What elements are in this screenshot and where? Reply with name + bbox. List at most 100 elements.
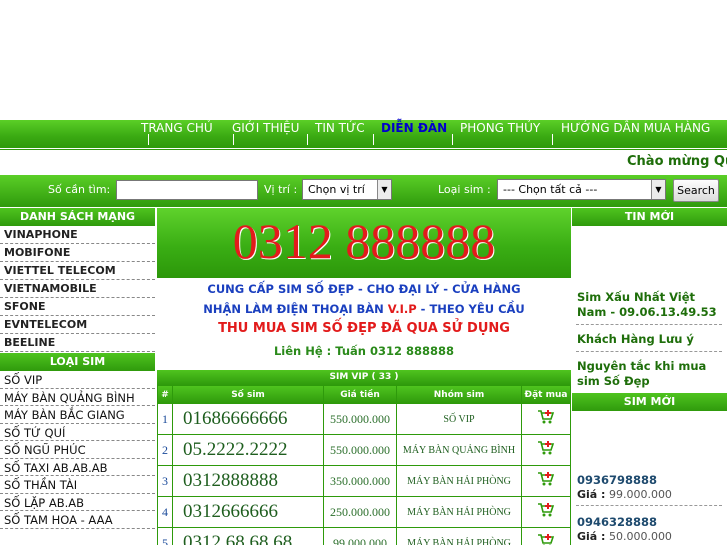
menu-item-home[interactable]: TRANG CHỦ [141, 121, 213, 135]
cart-add-icon[interactable] [537, 533, 555, 545]
network-item[interactable]: VIETTEL TELECOM [0, 262, 155, 280]
order-cell [522, 466, 570, 496]
banner: 0312 888888 [157, 208, 571, 278]
order-cell [522, 435, 570, 465]
news-item[interactable]: Sim Xấu Nhất Việt Nam - 09.06.13.49.53 [577, 290, 717, 320]
ticker-text: Chào mừng Qu [627, 154, 727, 169]
promo-line-2: NHẬN LÀM ĐIỆN THOẠI BÀN V.I.P - THEO YÊU… [157, 302, 571, 316]
network-list: VINAPHONE MOBIFONE VIETTEL TELECOM VIETN… [0, 226, 155, 352]
sim-type-item[interactable]: SỐ VIP [0, 371, 155, 389]
search-number-input[interactable] [116, 180, 258, 200]
new-sim-price: Giá : 99.000.000 [577, 488, 672, 501]
sim-number[interactable]: 0312.68.68.68 [173, 528, 323, 545]
price-label: Giá : [577, 530, 606, 543]
main-content: 0312 888888 CUNG CẤP SIM SỐ ĐẸP - CHO ĐẠ… [157, 208, 571, 545]
menu-separator [307, 134, 308, 145]
network-item[interactable]: BEELINE [0, 334, 155, 352]
news-item[interactable]: Nguyên tắc khi mua sim Số Đẹp [577, 359, 717, 389]
sim-group: MÁY BÀN HẢI PHÒNG [397, 528, 521, 545]
cart-add-icon[interactable] [537, 440, 555, 456]
sim-type-select[interactable]: --- Chọn tất cả --- ▼ [497, 179, 666, 200]
new-sim-number[interactable]: 0946328888 [577, 515, 657, 529]
network-item[interactable]: EVNTELECOM [0, 316, 155, 334]
table-header-row: # Số sim Giá tiền Nhóm sim Đặt mua [158, 386, 570, 403]
sim-type-item[interactable]: SỐ NGŨ PHÚC [0, 441, 155, 459]
search-number-label: Số cần tìm: [48, 183, 111, 196]
cart-add-icon[interactable] [537, 471, 555, 487]
row-index: 1 [158, 404, 172, 434]
news-item[interactable]: Khách Hàng Lưu ý [577, 332, 717, 347]
order-cell [522, 528, 570, 545]
network-item[interactable]: SFONE [0, 298, 155, 316]
new-sims-title: SIM MỚI [572, 393, 727, 411]
sim-type-list: SỐ VIP MÁY BÀN QUẢNG BÌNH MÁY BÀN BẮC GI… [0, 371, 155, 529]
position-select[interactable]: Chọn vị trí ▼ [302, 179, 392, 200]
network-item[interactable]: VIETNAMOBILE [0, 280, 155, 298]
promo-line-1: CUNG CẤP SIM SỐ ĐẸP - CHO ĐẠI LÝ - CỬA H… [207, 282, 521, 296]
promo-line-2b: - THEO YÊU CẦU [416, 302, 525, 316]
menu-separator [552, 134, 553, 145]
row-index: 5 [158, 528, 172, 545]
cart-add-icon[interactable] [537, 409, 555, 425]
sim-type-item[interactable]: SỐ LẶP AB.AB [0, 494, 155, 511]
sim-type-item[interactable]: SỐ TỨ QUÍ [0, 424, 155, 441]
search-button[interactable]: Search [673, 179, 719, 202]
menu-item-guide[interactable]: HƯỚNG DẪN MUA HÀNG [561, 121, 710, 135]
order-cell [522, 497, 570, 527]
new-sim-number[interactable]: 0936798888 [577, 473, 657, 487]
sim-number[interactable]: 0312888888 [173, 466, 323, 496]
header-blank [0, 0, 727, 120]
sim-type-item[interactable]: SỐ THẦN TÀI [0, 476, 155, 494]
sim-number[interactable]: 05.2222.2222 [173, 435, 323, 465]
menu-item-forum[interactable]: DIỄN ĐÀN [381, 121, 447, 135]
table-row: 5 0312.68.68.68 99.000.000 MÁY BÀN HẢI P… [158, 528, 570, 545]
sim-vip-table: # Số sim Giá tiền Nhóm sim Đặt mua 1 016… [157, 385, 571, 545]
sim-divider [576, 505, 722, 506]
sim-type-selected: --- Chọn tất cả --- [503, 183, 598, 196]
sim-price: 350.000.000 [324, 466, 396, 496]
sim-number[interactable]: 01686666666 [173, 404, 323, 434]
row-index: 3 [158, 466, 172, 496]
menu-separator [452, 134, 453, 145]
sim-type-item[interactable]: MÁY BÀN QUẢNG BÌNH [0, 389, 155, 406]
row-index: 4 [158, 497, 172, 527]
sim-types-title: LOẠI SIM [0, 353, 155, 371]
col-header: Giá tiền [324, 386, 396, 403]
price-value: 50.000.000 [608, 530, 672, 543]
banner-phone-number: 0312 888888 [232, 213, 496, 269]
sim-type-item[interactable]: MÁY BÀN BẮC GIANG [0, 406, 155, 424]
col-header: Nhóm sim [397, 386, 521, 403]
sim-price: 550.000.000 [324, 435, 396, 465]
network-item[interactable]: VINAPHONE [0, 226, 155, 244]
sim-group: MÁY BÀN HẢI PHÒNG [397, 466, 521, 496]
right-sidebar: TIN MỚI Sim Xấu Nhất Việt Nam - 09.06.13… [572, 208, 727, 545]
sim-price: 550.000.000 [324, 404, 396, 434]
position-label: Vị trí : [264, 183, 298, 196]
sim-group: MÁY BÀN QUẢNG BÌNH [397, 435, 521, 465]
sim-type-item[interactable]: SỐ TAXI AB.AB.AB [0, 459, 155, 476]
contact-line: Liên Hệ : Tuấn 0312 888888 [273, 344, 455, 358]
news-divider [576, 351, 722, 352]
menu-item-fengshui[interactable]: PHONG THỦY [460, 121, 540, 135]
left-sidebar: DANH SÁCH MẠNG VINAPHONE MOBIFONE VIETTE… [0, 208, 155, 545]
sim-price: 99.000.000 [324, 528, 396, 545]
dropdown-arrow-icon: ▼ [377, 180, 391, 199]
table-row: 3 0312888888 350.000.000 MÁY BÀN HẢI PHÒ… [158, 466, 570, 496]
price-value: 99.000.000 [608, 488, 672, 501]
sim-number[interactable]: 0312666666 [173, 497, 323, 527]
news-title: TIN MỚI [572, 208, 727, 226]
sim-group: SỐ VIP [397, 404, 521, 434]
sim-type-item[interactable]: SỐ TAM HOA - AAA [0, 511, 155, 529]
promo-line-3: THU MUA SIM SỐ ĐẸP ĐÃ QUA SỬ DỤNG [218, 321, 510, 336]
promo-vip: V.I.P [387, 302, 417, 316]
menu-item-about[interactable]: GIỚI THIỆU [232, 121, 299, 135]
news-divider [576, 324, 722, 325]
menu-separator [373, 134, 374, 145]
menu-separator [233, 134, 234, 145]
network-item[interactable]: MOBIFONE [0, 244, 155, 262]
col-header: Số sim [173, 386, 323, 403]
cart-add-icon[interactable] [537, 502, 555, 518]
col-header: # [158, 386, 172, 403]
row-index: 2 [158, 435, 172, 465]
menu-item-news[interactable]: TIN TỨC [315, 121, 365, 135]
